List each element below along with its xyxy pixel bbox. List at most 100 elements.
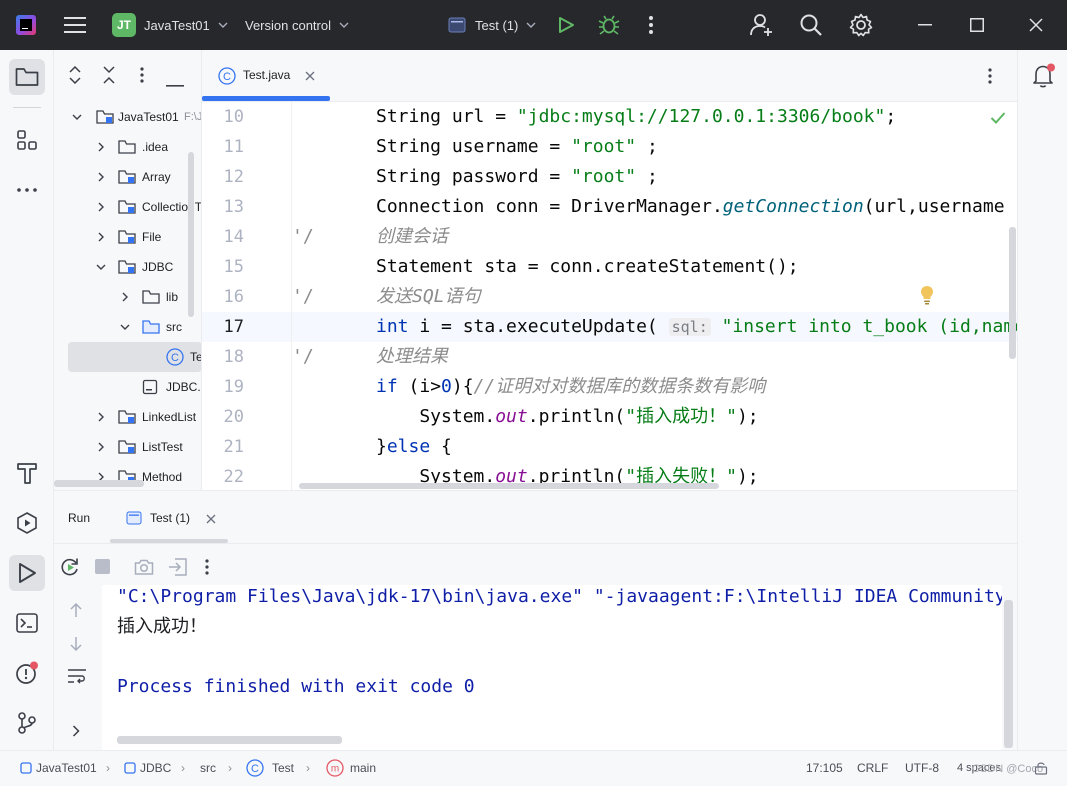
collapse-all-icon[interactable]: [102, 66, 116, 89]
lock-icon[interactable]: [1034, 761, 1048, 775]
tab-test-java[interactable]: C Test.java: [202, 50, 330, 102]
close-icon[interactable]: [305, 71, 315, 81]
editor-vertical-scrollbar[interactable]: [1009, 227, 1016, 359]
code-line[interactable]: 19 if (i>0){//证明对对数据库的数据条数有影响: [202, 372, 1017, 402]
tree-item-listtest[interactable]: ListTest: [54, 432, 201, 462]
search-icon[interactable]: [800, 0, 822, 50]
tree-item-test-class[interactable]: C Te: [68, 342, 201, 372]
run-config-selector[interactable]: Test (1): [448, 0, 536, 50]
line-number[interactable]: 20: [202, 402, 244, 432]
code-line[interactable]: 21}else {: [202, 432, 1017, 462]
structure-tool-button[interactable]: [9, 122, 45, 158]
restore-layout-icon[interactable]: [168, 557, 188, 577]
tree-item-linkedlist[interactable]: LinkedList: [54, 402, 201, 432]
problems-tool-button[interactable]: [9, 655, 45, 691]
stop-icon[interactable]: [95, 559, 110, 574]
breadcrumb-project[interactable]: JavaTest01: [20, 751, 97, 784]
chevron-right-icon[interactable]: [72, 725, 80, 737]
tree-item-jdbc[interactable]: JDBC: [54, 252, 201, 282]
debug-button[interactable]: [598, 0, 620, 50]
tree-item-idea[interactable]: .idea: [54, 132, 201, 162]
more-actions-icon[interactable]: [648, 0, 654, 50]
tab-run-test[interactable]: Test (1): [110, 499, 228, 543]
tree-item-jdbc-iml[interactable]: JDBC.i: [54, 372, 201, 402]
maximize-icon[interactable]: [970, 0, 984, 50]
notifications-bell-icon[interactable]: [1032, 63, 1056, 94]
panel-options-icon[interactable]: [140, 67, 144, 88]
line-number[interactable]: 16: [202, 282, 244, 312]
line-number[interactable]: 13: [202, 192, 244, 222]
rerun-icon[interactable]: [60, 557, 80, 577]
line-number[interactable]: 18: [202, 342, 244, 372]
module-folder-icon: [118, 230, 136, 244]
arrow-up-icon[interactable]: [70, 602, 82, 618]
lightbulb-icon[interactable]: [920, 285, 934, 305]
minimize-icon[interactable]: [918, 0, 932, 50]
breadcrumb-method[interactable]: m main: [326, 751, 376, 784]
line-number[interactable]: 11: [202, 132, 244, 162]
close-icon[interactable]: [206, 514, 216, 524]
project-vertical-scrollbar[interactable]: [188, 152, 194, 317]
tree-item-array[interactable]: Array: [54, 162, 201, 192]
tree-item-file[interactable]: File: [54, 222, 201, 252]
code-line[interactable]: 11 String username = "root" ;: [202, 132, 1017, 162]
settings-gear-icon[interactable]: [849, 0, 873, 50]
line-number[interactable]: 22: [202, 462, 244, 490]
breadcrumb-src[interactable]: src: [200, 751, 216, 784]
code-text: Statement sta = conn.createStatement();: [376, 256, 799, 277]
app-logo-icon[interactable]: [16, 0, 36, 50]
camera-icon[interactable]: [134, 558, 154, 576]
add-user-icon[interactable]: [750, 0, 774, 50]
code-line[interactable]: 17 int i = sta.executeUpdate( sql: "inser…: [202, 312, 1017, 342]
console-output[interactable]: "C:\Program Files\Java\jdk-17\bin\java.e…: [102, 585, 1002, 750]
line-number[interactable]: 17: [202, 312, 244, 342]
line-number[interactable]: 15: [202, 252, 244, 282]
hide-panel-icon[interactable]: [166, 74, 184, 92]
terminal-tool-button[interactable]: [9, 605, 45, 641]
editor-options-icon[interactable]: [988, 68, 992, 89]
code-line[interactable]: 13 Connection conn = DriverManager.getCon…: [202, 192, 1017, 222]
code-line[interactable]: 12 String password = "root" ;: [202, 162, 1017, 192]
expand-all-icon[interactable]: [68, 65, 82, 89]
line-number[interactable]: 19: [202, 372, 244, 402]
console-vertical-scrollbar[interactable]: [1004, 600, 1013, 748]
more-actions-icon[interactable]: [205, 559, 209, 575]
close-window-icon[interactable]: [1029, 0, 1043, 50]
run-button[interactable]: [557, 0, 575, 50]
project-selector[interactable]: JT JavaTest01: [112, 0, 228, 50]
editor-horizontal-scrollbar[interactable]: [299, 483, 719, 489]
file-encoding[interactable]: UTF-8: [905, 751, 939, 784]
code-line[interactable]: 14 '/ 创建会话: [202, 222, 1017, 252]
code-editor[interactable]: 10 String url = "jdbc:mysql://127.0.0.1:3…: [202, 102, 1017, 490]
vcs-selector[interactable]: Version control: [245, 0, 349, 50]
more-tools-icon[interactable]: [9, 172, 45, 208]
code-line[interactable]: 20 System.out.println("插入成功！");: [202, 402, 1017, 432]
caret-position[interactable]: 17:105: [806, 751, 843, 784]
git-tool-button[interactable]: [9, 705, 45, 741]
services-tool-button[interactable]: [9, 505, 45, 541]
arrow-down-icon[interactable]: [70, 636, 82, 652]
line-number[interactable]: 12: [202, 162, 244, 192]
code-line[interactable]: 15 Statement sta = conn.createStatement()…: [202, 252, 1017, 282]
line-number[interactable]: 14: [202, 222, 244, 252]
soft-wrap-icon[interactable]: [67, 668, 87, 684]
build-tool-button[interactable]: [9, 455, 45, 491]
status-bar: JavaTest01 › JDBC › src › C Test › m mai…: [0, 750, 1067, 786]
breadcrumb-module[interactable]: JDBC: [124, 751, 171, 784]
tree-item-lib[interactable]: lib: [54, 282, 201, 312]
project-horizontal-scrollbar[interactable]: [54, 480, 144, 487]
run-tool-button[interactable]: [9, 555, 45, 591]
breadcrumb-class[interactable]: C Test: [246, 751, 294, 784]
console-horizontal-scrollbar[interactable]: [117, 736, 342, 744]
line-separator[interactable]: CRLF: [857, 751, 888, 784]
tree-item-collection[interactable]: CollectionT: [54, 192, 201, 222]
tree-item-src[interactable]: src: [54, 312, 201, 342]
code-line[interactable]: 16 '/ 发送SQL语句: [202, 282, 1017, 312]
code-line[interactable]: 10 String url = "jdbc:mysql://127.0.0.1:3…: [202, 102, 1017, 132]
line-number[interactable]: 21: [202, 432, 244, 462]
code-line[interactable]: 18 '/ 处理结果: [202, 342, 1017, 372]
tree-item-javatest01[interactable]: JavaTest01 F:\J: [54, 102, 201, 132]
project-tool-button[interactable]: [9, 59, 45, 95]
main-menu-icon[interactable]: [64, 0, 86, 50]
line-number[interactable]: 10: [202, 102, 244, 132]
